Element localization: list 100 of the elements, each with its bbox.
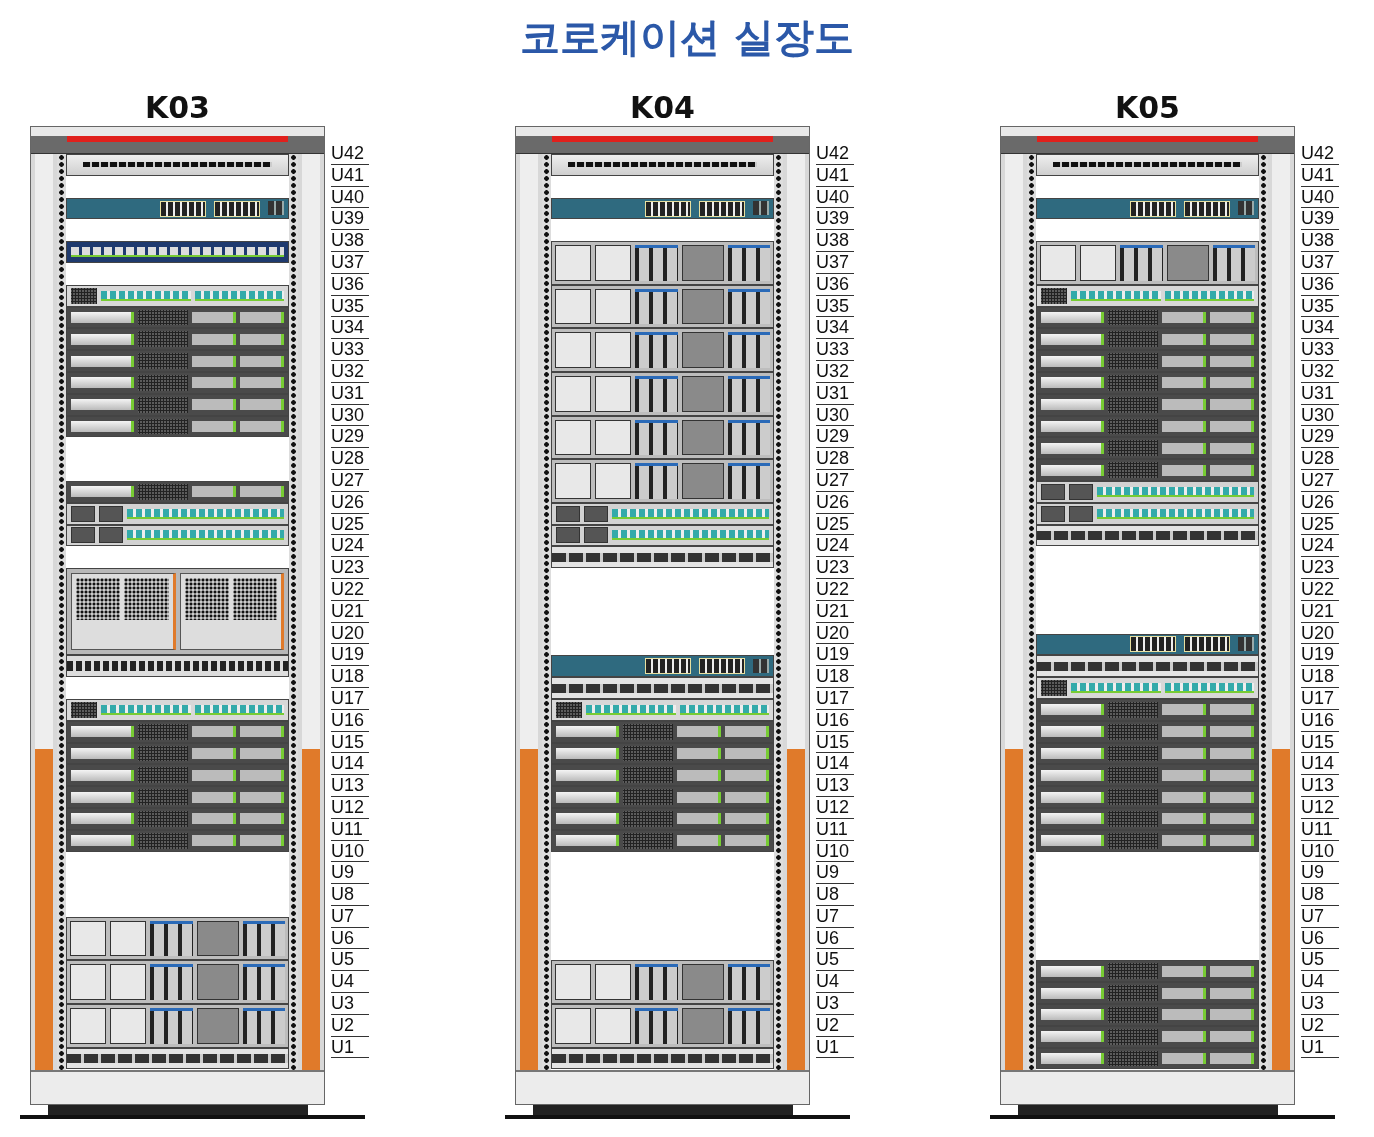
unit-label: U15	[1301, 731, 1339, 754]
unit-label: U1	[331, 1036, 369, 1059]
unit-label: U31	[331, 382, 369, 405]
unit-label: U2	[816, 1014, 854, 1037]
unit-label: U10	[816, 840, 854, 863]
unit-label: U8	[1301, 884, 1339, 906]
unit-label: U24	[331, 535, 369, 558]
unit-label: U41	[331, 164, 369, 187]
unit-label: U6	[816, 927, 854, 950]
rack-name: K05	[1114, 90, 1181, 126]
unit-label: U34	[331, 317, 369, 340]
unit-label: U6	[331, 927, 369, 950]
unit-label: U3	[1301, 993, 1339, 1015]
unit-label: U23	[816, 557, 854, 579]
unit-label: U34	[816, 317, 854, 340]
unit-label: U40	[331, 186, 369, 209]
unit-label: U17	[816, 687, 854, 710]
unit-label: U2	[331, 1014, 369, 1037]
unit-label: U20	[1301, 622, 1339, 645]
unit-label: U7	[816, 905, 854, 928]
unit-label: U5	[816, 949, 854, 972]
unit-label: U41	[1301, 164, 1339, 187]
unit-label: U5	[331, 949, 369, 972]
unit-label: U37	[816, 252, 854, 274]
unit-label: U38	[1301, 230, 1339, 252]
unit-label: U6	[1301, 927, 1339, 950]
unit-label: U4	[331, 971, 369, 994]
unit-label: U1	[816, 1036, 854, 1059]
unit-label: U12	[1301, 796, 1339, 819]
unit-label: U37	[1301, 252, 1339, 274]
unit-label: U31	[816, 382, 854, 405]
unit-label: U15	[816, 731, 854, 754]
unit-label: U28	[816, 448, 854, 470]
unit-label: U31	[1301, 382, 1339, 405]
unit-label: U21	[1301, 600, 1339, 623]
unit-label: U30	[1301, 404, 1339, 427]
unit-label: U26	[331, 491, 369, 514]
unit-label: U27	[816, 469, 854, 492]
rack-name: K03	[144, 90, 211, 126]
unit-label: U30	[816, 404, 854, 427]
unit-label: U37	[331, 252, 369, 274]
unit-label: U39	[1301, 208, 1339, 231]
unit-label: U11	[1301, 818, 1339, 841]
unit-label: U35	[331, 295, 369, 318]
unit-label: U33	[816, 339, 854, 361]
unit-label: U11	[816, 818, 854, 841]
unit-label: U32	[816, 360, 854, 383]
unit-label: U3	[816, 993, 854, 1015]
unit-label: U4	[1301, 971, 1339, 994]
unit-label: U17	[1301, 687, 1339, 710]
unit-label: U36	[816, 273, 854, 296]
unit-label: U20	[816, 622, 854, 645]
unit-label: U11	[331, 818, 369, 841]
unit-label: U18	[1301, 666, 1339, 688]
unit-label: U28	[331, 448, 369, 470]
unit-label: U22	[816, 578, 854, 601]
unit-label: U24	[1301, 535, 1339, 558]
unit-label: U25	[816, 513, 854, 536]
unit-label: U9	[816, 862, 854, 885]
unit-label: U14	[1301, 753, 1339, 776]
unit-label: U13	[816, 775, 854, 797]
unit-label: U30	[331, 404, 369, 427]
unit-label: U19	[1301, 644, 1339, 667]
unit-label: U26	[816, 491, 854, 514]
unit-label: U41	[816, 164, 854, 187]
unit-label: U16	[331, 709, 369, 732]
unit-label: U4	[816, 971, 854, 994]
unit-label: U10	[1301, 840, 1339, 863]
unit-label: U17	[331, 687, 369, 710]
unit-label: U12	[816, 796, 854, 819]
unit-label: U22	[331, 578, 369, 601]
unit-label: U18	[816, 666, 854, 688]
unit-label: U14	[331, 753, 369, 776]
unit-label: U26	[1301, 491, 1339, 514]
unit-label: U40	[1301, 186, 1339, 209]
unit-label: U13	[1301, 775, 1339, 797]
unit-label: U34	[1301, 317, 1339, 340]
unit-label: U14	[816, 753, 854, 776]
unit-label: U32	[1301, 360, 1339, 383]
unit-label: U42	[816, 143, 854, 165]
unit-label: U16	[1301, 709, 1339, 732]
unit-label: U35	[1301, 295, 1339, 318]
unit-label: U9	[1301, 862, 1339, 885]
unit-label: U25	[1301, 513, 1339, 536]
page-title: 코로케이션 실장도	[519, 13, 855, 62]
unit-label: U1	[1301, 1036, 1339, 1059]
rack-name: K04	[629, 90, 696, 126]
unit-label: U7	[331, 905, 369, 928]
unit-label: U38	[816, 230, 854, 252]
unit-label: U21	[816, 600, 854, 623]
unit-label: U19	[816, 644, 854, 667]
unit-label: U22	[1301, 578, 1339, 601]
unit-label: U29	[816, 426, 854, 449]
unit-label: U42	[1301, 143, 1339, 165]
unit-label: U23	[1301, 557, 1339, 579]
unit-label: U3	[331, 993, 369, 1015]
unit-label: U27	[331, 469, 369, 492]
unit-label: U35	[816, 295, 854, 318]
unit-label: U21	[331, 600, 369, 623]
unit-label: U29	[1301, 426, 1339, 449]
